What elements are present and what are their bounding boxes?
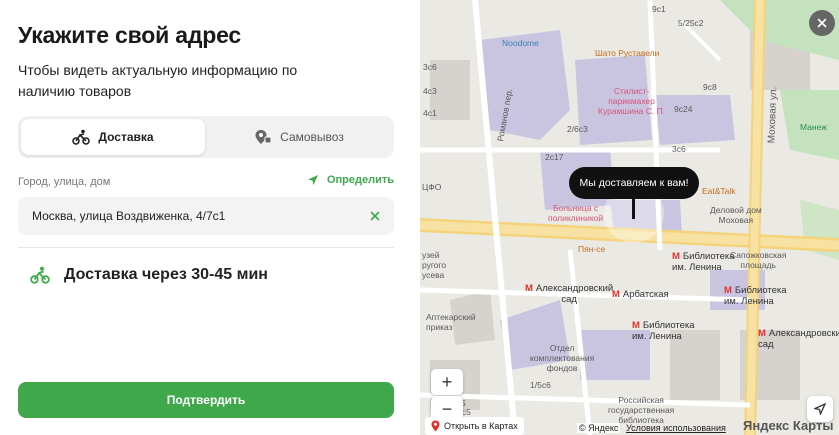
open-in-maps-link[interactable]: Открыть в Картах — [425, 417, 524, 435]
map-label-stylist: Стилист- парикмахер Курамшина С. П. — [598, 86, 666, 116]
metro-icon: M — [672, 251, 680, 262]
address-input-wrapper — [18, 197, 394, 235]
building-number: 2с17 — [545, 152, 564, 162]
confirm-button[interactable]: Подтвердить — [18, 382, 394, 418]
metro-station: M Арбатская — [612, 289, 669, 300]
metro-station-name: Александровский сад — [758, 328, 839, 350]
building-number: 4с3 — [423, 86, 437, 96]
map-label-shato: Шато Руставели — [595, 48, 660, 58]
map-label-eattalk: Eat&Talk — [702, 186, 736, 196]
page-title: Укажите свой адрес — [18, 22, 241, 48]
navigation-arrow-icon — [814, 403, 826, 415]
building-number: 2/6с3 — [567, 124, 588, 134]
courier-bike-icon — [30, 266, 50, 284]
building-number: 3с6 — [672, 144, 686, 154]
page-subtitle: Чтобы видеть актуальную информацию по на… — [18, 62, 298, 99]
terms-link[interactable]: Условия использования — [626, 423, 726, 433]
pickup-pin-icon — [255, 130, 272, 144]
detect-location-label: Определить — [326, 174, 394, 186]
map-pin-icon — [431, 420, 440, 432]
map-canvas[interactable] — [420, 0, 839, 435]
building-number: 5/25с2 — [678, 18, 704, 28]
tab-delivery-label: Доставка — [98, 130, 154, 144]
metro-station: M Библиотека им. Ленина — [672, 251, 735, 273]
metro-station-name: Библиотека им. Ленина — [632, 320, 695, 342]
building-number: 1/5с6 — [530, 380, 551, 390]
address-modal: Укажите свой адрес Чтобы видеть актуальн… — [0, 0, 839, 435]
metro-icon: M — [758, 328, 766, 339]
building-number: 9с24 — [674, 104, 693, 114]
metro-station-name: Александровский сад — [535, 283, 614, 305]
divider — [18, 247, 394, 248]
building-number: 3с6 — [423, 62, 437, 72]
delivery-tooltip: Мы доставляем к вам! — [569, 167, 699, 199]
metro-icon: M — [632, 320, 640, 331]
metro-station: M Библиотека им. Ленина — [724, 285, 787, 307]
detect-location-button[interactable]: Определить — [307, 174, 394, 186]
metro-station: M Александровский сад — [758, 328, 839, 350]
delivery-mode-tabs: Доставка Самовывоз — [18, 116, 394, 158]
metro-station-name: Библиотека им. Ленина — [724, 285, 787, 307]
clear-icon[interactable] — [368, 209, 382, 223]
map-label-manezh: Манеж — [800, 122, 827, 132]
map-label-cfo: ЦФО — [422, 182, 442, 192]
open-in-maps-label: Открыть в Картах — [444, 421, 518, 431]
metro-station-name: Библиотека им. Ленина — [672, 251, 735, 273]
map-label-museum: узей ругого усева — [422, 250, 447, 280]
metro-icon: M — [525, 283, 533, 294]
building-number: 9с1 — [652, 4, 666, 14]
map-label-kompl: Отдел комплектования фондов — [530, 343, 595, 373]
map-label-mokhovaya: Моховая ул. — [766, 86, 780, 144]
courier-bike-icon — [72, 129, 91, 145]
address-panel: Укажите свой адрес Чтобы видеть актуальн… — [0, 0, 420, 435]
map-label-rgb: Российская государственная библиотека — [608, 395, 675, 425]
map-label-sapozhok: Сапожковская площадь — [730, 250, 787, 270]
map-label-business: Деловой дом Моховая — [710, 205, 762, 225]
map-copyright: © Яндекс — [577, 423, 621, 433]
metro-icon: M — [612, 289, 620, 300]
close-button[interactable] — [809, 10, 835, 36]
building-number: 4с1 — [423, 108, 437, 118]
map-label-hospital: Больница с поликлиникой — [548, 203, 604, 223]
map-label-pyanse: Пян-се — [578, 244, 606, 254]
metro-station: M Библиотека им. Ленина — [632, 320, 695, 342]
location-arrow-icon — [307, 175, 318, 185]
zoom-in-button[interactable]: + — [431, 369, 463, 395]
map-pin — [632, 199, 635, 219]
close-icon — [817, 18, 827, 28]
metro-station-name: Арбатская — [622, 289, 669, 300]
map-label-noodome: Noodome — [502, 38, 539, 48]
map-label-aptekar: Аптекарский приказ — [426, 312, 476, 332]
map-view[interactable]: Noodome Шато Руставели Стилист- парикмах… — [420, 0, 839, 435]
address-input[interactable] — [32, 197, 352, 235]
tab-pickup-label: Самовывоз — [280, 130, 344, 144]
metro-station: M Александровский сад — [525, 283, 613, 305]
delivery-eta-text: Доставка через 30-45 мин — [64, 266, 268, 283]
delivery-eta: Доставка через 30-45 мин — [30, 266, 268, 284]
yandex-maps-logo: Яндекс Карты — [743, 418, 834, 433]
tab-pickup[interactable]: Самовывоз — [207, 119, 391, 155]
address-field-label: Город, улица, дом — [18, 176, 111, 188]
building-number: 9с8 — [703, 82, 717, 92]
tab-delivery[interactable]: Доставка — [21, 119, 205, 155]
metro-icon: M — [724, 285, 732, 296]
